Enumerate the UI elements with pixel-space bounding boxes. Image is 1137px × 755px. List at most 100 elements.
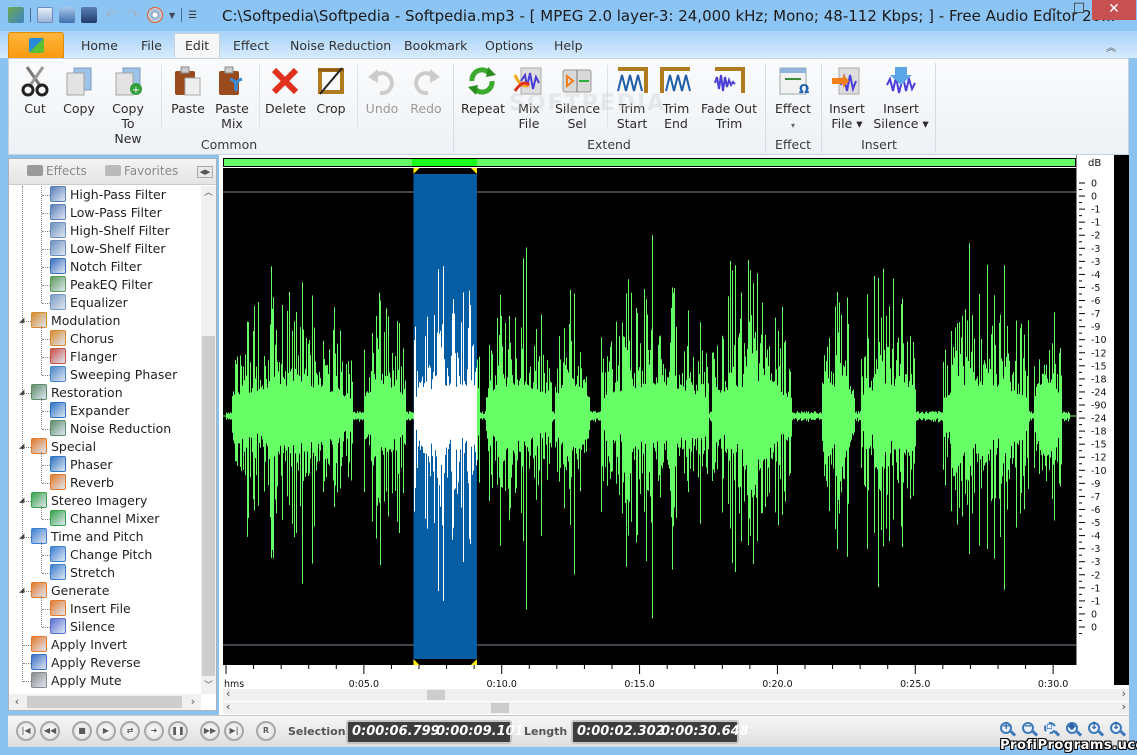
tree-item-time-and-pitch[interactable]: Time and Pitch — [31, 528, 144, 546]
tree-item-sweeping-phaser[interactable]: Sweeping Phaser — [50, 366, 177, 384]
insert-silence-button[interactable]: InsertSilence ▾ — [873, 65, 929, 131]
tree-item-expander[interactable]: Expander — [50, 402, 130, 420]
insert-file-button[interactable]: InsertFile ▾ — [827, 65, 867, 131]
copy-to-new-button[interactable]: + CopyTo New — [107, 65, 149, 146]
loop-button[interactable]: ⇄ — [120, 721, 140, 741]
tab-home[interactable]: Home — [71, 36, 128, 58]
new-file-icon[interactable] — [37, 7, 53, 23]
tree-item-insert-file[interactable]: Insert File — [50, 600, 131, 618]
go-to-start-button[interactable]: |◀ — [16, 721, 36, 741]
tree-item-restoration[interactable]: Restoration — [31, 384, 123, 402]
scroll-left-icon[interactable]: ‹ — [9, 694, 25, 710]
tab-options[interactable]: Options — [475, 36, 543, 58]
tree-item-low-shelf-filter[interactable]: Low-Shelf Filter — [50, 240, 165, 258]
qat-customize-icon[interactable]: ☰ — [188, 10, 197, 21]
tree-item-apply-mute[interactable]: Apply Mute — [31, 672, 122, 690]
zoom-out-vertical-icon[interactable]: ↕ — [1110, 722, 1127, 739]
zoom-in-icon[interactable]: + — [1000, 722, 1017, 739]
fade-out-trim-button[interactable]: Fade OutTrim — [701, 65, 757, 131]
zoom-full-icon[interactable]: ◆ — [1066, 722, 1083, 739]
tab-favorites[interactable]: Favorites — [105, 164, 178, 178]
repeat-button[interactable]: Repeat — [461, 65, 503, 116]
paste-button[interactable]: Paste — [169, 65, 207, 116]
zoom-out-icon[interactable]: − — [1022, 722, 1039, 739]
tree-item-high-pass-filter[interactable]: High-Pass Filter — [50, 186, 166, 204]
tree-item-stereo-imagery[interactable]: Stereo Imagery — [31, 492, 147, 510]
tree-item-equalizer[interactable]: Equalizer — [50, 294, 128, 312]
tree-item-apply-reverse[interactable]: Apply Reverse — [31, 654, 141, 672]
expand-collapse-icon[interactable]: ◢ — [19, 388, 25, 394]
cut-button[interactable]: Cut — [17, 65, 53, 116]
close-button[interactable]: ✕ — [1092, 0, 1136, 20]
tab-help[interactable]: Help — [544, 36, 593, 58]
play-to-end-button[interactable]: ➜ — [144, 721, 164, 741]
tree-item-apply-invert[interactable]: Apply Invert — [31, 636, 127, 654]
open-file-icon[interactable] — [59, 7, 75, 23]
tree-item-low-pass-filter[interactable]: Low-Pass Filter — [50, 204, 162, 222]
expand-collapse-icon[interactable]: ◢ — [19, 316, 25, 322]
burn-cd-icon[interactable] — [147, 7, 163, 23]
app-icon[interactable] — [8, 7, 24, 23]
copy-button[interactable]: Copy — [59, 65, 99, 116]
scroll-down-icon[interactable]: ﹀ — [201, 679, 216, 694]
tree-hscroll-thumb[interactable] — [27, 696, 182, 708]
expand-collapse-icon[interactable]: ◢ — [19, 442, 25, 448]
minimize-button[interactable]: – — [1040, 0, 1066, 20]
tab-edit[interactable]: Edit — [174, 33, 220, 58]
application-menu-button[interactable] — [8, 32, 64, 58]
horizontal-scrollbar-zoom[interactable]: ‹ › — [223, 689, 1129, 701]
undo-icon[interactable]: ↶ — [103, 7, 119, 23]
stop-button[interactable]: ■ — [72, 721, 92, 741]
fast-forward-button[interactable]: ▶▶ — [200, 721, 220, 741]
tab-effect[interactable]: Effect — [223, 36, 279, 58]
crop-button[interactable]: Crop — [313, 65, 349, 116]
save-icon[interactable] — [81, 7, 97, 23]
go-to-end-button[interactable]: ▶| — [224, 721, 244, 741]
tree-item-generate[interactable]: Generate — [31, 582, 109, 600]
tree-item-phaser[interactable]: Phaser — [50, 456, 112, 474]
expand-collapse-icon[interactable]: ◢ — [19, 496, 25, 502]
horizontal-scrollbar-position[interactable]: ‹ › — [223, 702, 1129, 714]
tree-item-channel-mixer[interactable]: Channel Mixer — [50, 510, 159, 528]
paste-mix-button[interactable]: PasteMix — [213, 65, 251, 131]
tree-item-noise-reduction[interactable]: Noise Reduction — [50, 420, 171, 438]
record-button[interactable]: R — [256, 721, 276, 741]
rewind-button[interactable]: ◀◀ — [40, 721, 60, 741]
tree-item-notch-filter[interactable]: Notch Filter — [50, 258, 142, 276]
overview-selection[interactable] — [412, 159, 477, 166]
ribbon-collapse-icon[interactable]: ︽ — [1106, 39, 1116, 54]
pause-button[interactable]: ❚❚ — [168, 721, 188, 741]
tree-item-change-pitch[interactable]: Change Pitch — [50, 546, 152, 564]
tree-item-modulation[interactable]: Modulation — [31, 312, 120, 330]
tree-horizontal-scrollbar[interactable]: ‹ › — [9, 694, 201, 710]
zoom-selection-icon[interactable]: ▫ — [1044, 722, 1061, 739]
scroll-right-icon[interactable]: › — [1122, 687, 1126, 700]
expand-collapse-icon[interactable]: ◢ — [19, 532, 25, 538]
tab-file[interactable]: File — [131, 36, 172, 58]
scroll-thumb[interactable] — [427, 690, 445, 700]
undo-button[interactable]: Undo — [363, 65, 401, 116]
scroll-thumb[interactable] — [491, 703, 509, 713]
tree-vertical-scrollbar[interactable]: ︿ ﹀ — [201, 186, 216, 694]
selection-marker[interactable] — [471, 168, 477, 174]
qat-dropdown-icon[interactable]: ▼ — [169, 11, 175, 20]
scroll-up-icon[interactable]: ︿ — [201, 186, 216, 201]
tree-item-peakeq-filter[interactable]: PeakEQ Filter — [50, 276, 152, 294]
tab-effects[interactable]: Effects — [27, 164, 87, 178]
tree-item-reverb[interactable]: Reverb — [50, 474, 114, 492]
redo-button[interactable]: Redo — [407, 65, 445, 116]
tree-item-chorus[interactable]: Chorus — [50, 330, 114, 348]
panel-scroll-arrows[interactable]: ◀▶ — [197, 166, 213, 178]
effect-button[interactable]: Ω Effect▾ — [771, 65, 815, 133]
overview-bar[interactable] — [223, 158, 1076, 167]
waveform-canvas[interactable] — [223, 168, 1076, 665]
zoom-in-vertical-icon[interactable]: ↕ — [1088, 722, 1105, 739]
expand-collapse-icon[interactable]: ◢ — [19, 586, 25, 592]
tab-noise-reduction[interactable]: Noise Reduction — [280, 36, 401, 58]
play-button[interactable]: ▶ — [96, 721, 116, 741]
tree-item-flanger[interactable]: Flanger — [50, 348, 117, 366]
tree-item-high-shelf-filter[interactable]: High-Shelf Filter — [50, 222, 170, 240]
scroll-left-icon[interactable]: ‹ — [226, 700, 230, 713]
scroll-right-icon[interactable]: › — [1122, 700, 1126, 713]
delete-button[interactable]: Delete — [265, 65, 305, 116]
